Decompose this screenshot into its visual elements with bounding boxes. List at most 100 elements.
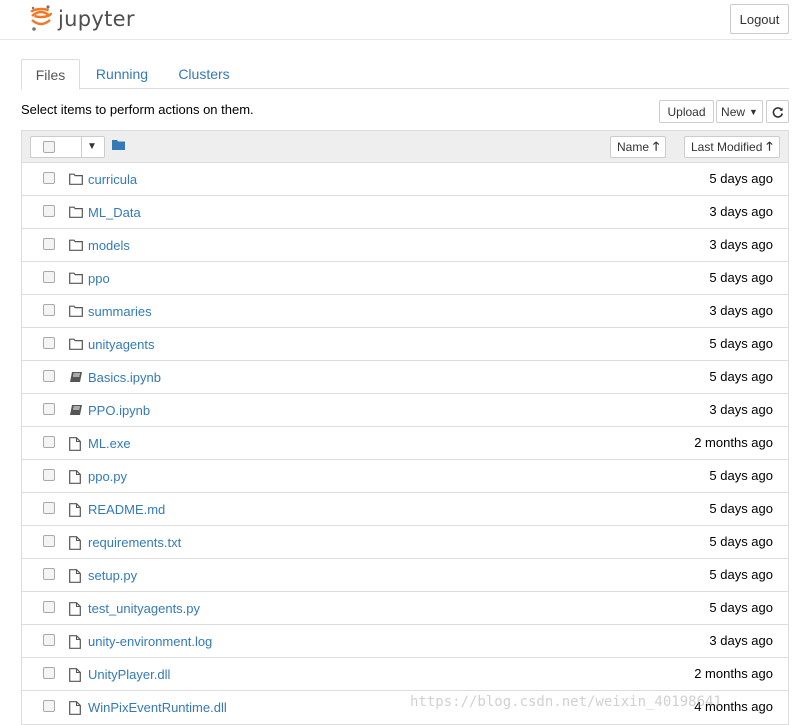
sort-by-modified-button[interactable]: Last Modified 🡑 xyxy=(684,136,780,158)
file-name-link[interactable]: ML_Data xyxy=(88,205,141,220)
last-modified: 3 days ago xyxy=(709,303,773,318)
file-name-link[interactable]: requirements.txt xyxy=(88,535,181,550)
selection-hint: Select items to perform actions on them. xyxy=(21,102,254,117)
folder-icon[interactable] xyxy=(112,139,125,150)
folder-icon xyxy=(69,305,83,320)
tab-bar: Files Running Clusters xyxy=(21,59,789,90)
last-modified: 5 days ago xyxy=(709,171,773,186)
new-button-label: New xyxy=(721,104,746,119)
row-checkbox[interactable] xyxy=(43,667,55,679)
last-modified: 4 months ago xyxy=(694,699,773,714)
tab-files[interactable]: Files xyxy=(21,59,80,90)
row-checkbox[interactable] xyxy=(43,271,55,283)
file-name-link[interactable]: ML.exe xyxy=(88,436,131,451)
refresh-button[interactable] xyxy=(766,100,789,123)
new-dropdown-button[interactable]: New ▼ xyxy=(716,100,763,123)
file-icon xyxy=(69,569,81,586)
row-checkbox[interactable] xyxy=(43,535,55,547)
last-modified: 3 days ago xyxy=(709,237,773,252)
file-row[interactable]: test_unityagents.py 5 days ago xyxy=(22,592,788,625)
sort-by-name-button[interactable]: Name 🡑 xyxy=(610,136,667,158)
row-checkbox[interactable] xyxy=(43,403,55,415)
last-modified: 5 days ago xyxy=(709,468,773,483)
file-row[interactable]: models 3 days ago xyxy=(22,229,788,262)
last-modified: 3 days ago xyxy=(709,402,773,417)
file-icon xyxy=(69,536,81,553)
file-name-link[interactable]: setup.py xyxy=(88,568,137,583)
caret-down-icon: ▼ xyxy=(749,106,758,117)
file-row[interactable]: ML_Data 3 days ago xyxy=(22,196,788,229)
last-modified: 2 months ago xyxy=(694,666,773,681)
file-name-link[interactable]: Basics.ipynb xyxy=(88,370,161,385)
last-modified: 3 days ago xyxy=(709,204,773,219)
file-rows: curricula 5 days ago ML_Data 3 days ago mode… xyxy=(22,163,788,724)
row-checkbox[interactable] xyxy=(43,205,55,217)
file-name-link[interactable]: ppo xyxy=(88,271,110,286)
select-all-dropdown[interactable]: ▼ xyxy=(30,136,105,158)
file-row[interactable]: unityagents 5 days ago xyxy=(22,328,788,361)
file-name-link[interactable]: models xyxy=(88,238,130,253)
last-modified: 5 days ago xyxy=(709,336,773,351)
file-name-link[interactable]: PPO.ipynb xyxy=(88,403,150,418)
file-row[interactable]: ppo 5 days ago xyxy=(22,262,788,295)
row-checkbox[interactable] xyxy=(43,700,55,712)
row-checkbox[interactable] xyxy=(43,304,55,316)
row-checkbox[interactable] xyxy=(43,469,55,481)
file-list: ▼ Name 🡑 Last Modified 🡑 curricula 5 days… xyxy=(21,130,789,725)
tab-clusters[interactable]: Clusters xyxy=(171,59,237,89)
row-checkbox[interactable] xyxy=(43,436,55,448)
file-row[interactable]: curricula 5 days ago xyxy=(22,163,788,196)
file-name-link[interactable]: curricula xyxy=(88,172,137,187)
file-icon xyxy=(69,668,81,685)
file-icon xyxy=(69,602,81,619)
file-row[interactable]: Basics.ipynb 5 days ago xyxy=(22,361,788,394)
row-checkbox[interactable] xyxy=(43,634,55,646)
sort-modified-label: Last Modified xyxy=(691,140,763,154)
select-all-checkbox[interactable] xyxy=(43,141,55,153)
refresh-icon xyxy=(772,106,783,118)
header-bar: jupyter Logout xyxy=(0,0,792,40)
file-icon xyxy=(69,470,81,487)
file-name-link[interactable]: test_unityagents.py xyxy=(88,601,200,616)
notebook-icon xyxy=(69,371,83,386)
last-modified: 2 months ago xyxy=(694,435,773,450)
file-row[interactable]: PPO.ipynb 3 days ago xyxy=(22,394,788,427)
file-row[interactable]: WinPixEventRuntime.dll 4 months ago xyxy=(22,691,788,724)
upload-button[interactable]: Upload xyxy=(659,100,714,123)
file-list-header: ▼ Name 🡑 Last Modified 🡑 xyxy=(22,131,788,163)
tab-running[interactable]: Running xyxy=(86,59,158,89)
arrow-up-icon: 🡑 xyxy=(653,138,660,153)
folder-icon xyxy=(69,239,83,254)
file-row[interactable]: ppo.py 5 days ago xyxy=(22,460,788,493)
file-row[interactable]: ML.exe 2 months ago xyxy=(22,427,788,460)
file-name-link[interactable]: README.md xyxy=(88,502,165,517)
jupyter-logo[interactable]: jupyter xyxy=(30,4,135,34)
last-modified: 5 days ago xyxy=(709,501,773,516)
last-modified: 5 days ago xyxy=(709,270,773,285)
file-name-link[interactable]: unity-environment.log xyxy=(88,634,212,649)
file-name-link[interactable]: WinPixEventRuntime.dll xyxy=(88,700,227,715)
file-row[interactable]: UnityPlayer.dll 2 months ago xyxy=(22,658,788,691)
file-row[interactable]: setup.py 5 days ago xyxy=(22,559,788,592)
row-checkbox[interactable] xyxy=(43,337,55,349)
file-name-link[interactable]: summaries xyxy=(88,304,152,319)
last-modified: 5 days ago xyxy=(709,534,773,549)
file-icon xyxy=(69,503,81,520)
file-row[interactable]: README.md 5 days ago xyxy=(22,493,788,526)
row-checkbox[interactable] xyxy=(43,568,55,580)
row-checkbox[interactable] xyxy=(43,370,55,382)
row-checkbox[interactable] xyxy=(43,172,55,184)
file-name-link[interactable]: UnityPlayer.dll xyxy=(88,667,170,682)
file-row[interactable]: summaries 3 days ago xyxy=(22,295,788,328)
file-row[interactable]: requirements.txt 5 days ago xyxy=(22,526,788,559)
last-modified: 5 days ago xyxy=(709,600,773,615)
file-row[interactable]: unity-environment.log 3 days ago xyxy=(22,625,788,658)
row-checkbox[interactable] xyxy=(43,502,55,514)
file-name-link[interactable]: ppo.py xyxy=(88,469,127,484)
row-checkbox[interactable] xyxy=(43,238,55,250)
last-modified: 3 days ago xyxy=(709,633,773,648)
file-name-link[interactable]: unityagents xyxy=(88,337,155,352)
caret-down-icon[interactable]: ▼ xyxy=(87,141,97,152)
logout-button[interactable]: Logout xyxy=(730,4,789,34)
row-checkbox[interactable] xyxy=(43,601,55,613)
